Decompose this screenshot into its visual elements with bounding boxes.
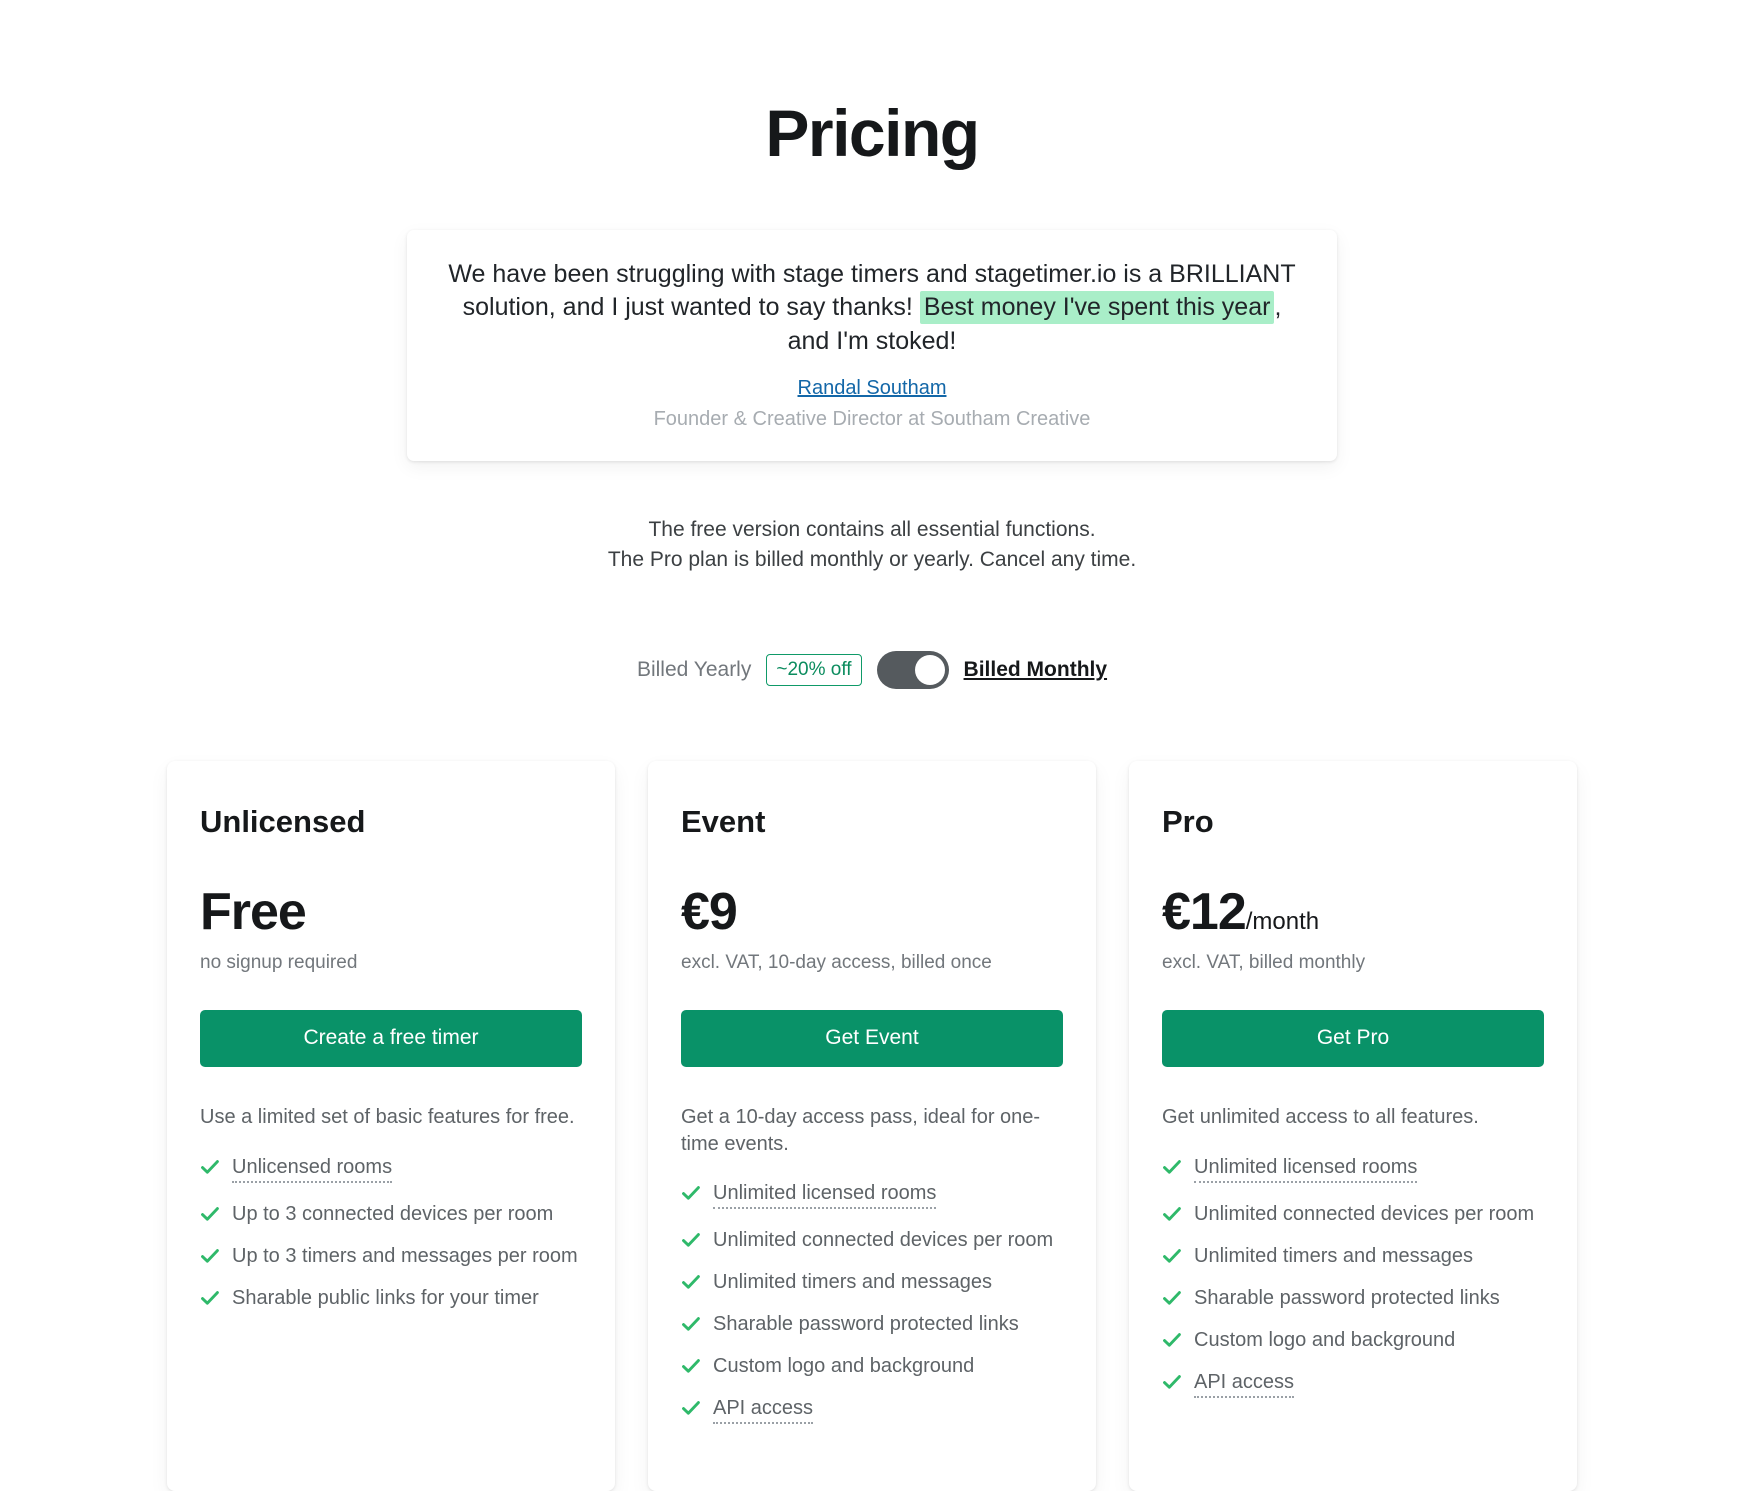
feature-label: Sharable password protected links [713,1313,1019,1336]
check-icon [1162,1156,1182,1178]
feature-label: Custom logo and background [1194,1328,1456,1351]
pricing-cards: Unlicensed Free no signup required Creat… [0,761,1744,1491]
feature-item: Unlimited connected devices per room [681,1229,1063,1251]
pricing-card-event: Event €9 excl. VAT, 10-day access, bille… [648,761,1096,1491]
plan-feature-list: Unlimited licensed rooms Unlimited connec… [681,1182,1063,1425]
plan-price-line: €9 [681,886,1063,938]
check-icon [681,1271,701,1293]
plan-price-period: /month [1245,908,1320,936]
feature-item: Up to 3 connected devices per room [200,1203,582,1225]
feature-item: Custom logo and background [1162,1329,1544,1351]
plan-description: Use a limited set of basic features for … [200,1106,575,1129]
billing-monthly-label[interactable]: Billed Monthly [964,658,1108,682]
testimonial-section: We have been struggling with stage timer… [0,229,1744,462]
discount-badge: ~20% off [766,654,862,687]
feature-label: Up to 3 timers and messages per room [232,1244,578,1267]
intro-line-1: The free version contains all essential … [648,518,1096,542]
feature-item: Sharable password protected links [681,1313,1063,1335]
plan-feature-list: Unlimited licensed rooms Unlimited connec… [1162,1156,1544,1398]
feature-item: Unlimited timers and messages [681,1271,1063,1293]
testimonial-quote: We have been struggling with stage timer… [447,258,1297,359]
plan-price-line: €12 /month [1162,886,1544,938]
testimonial-card: We have been struggling with stage timer… [407,229,1337,462]
plan-cta-button[interactable]: Get Pro [1162,1010,1544,1068]
plan-name: Event [681,804,766,840]
plan-name: Unlicensed [200,804,366,840]
feature-label: Unlimited timers and messages [713,1271,992,1294]
feature-item: API access [681,1397,1063,1425]
check-icon [1162,1329,1182,1351]
plan-price: €12 [1162,883,1247,942]
check-icon [681,1313,701,1335]
feature-label: Unlimited timers and messages [1194,1244,1473,1267]
plan-description: Get a 10-day access pass, ideal for one-… [681,1106,1041,1155]
testimonial-author-row: Randal Southam [447,358,1297,400]
feature-label: Unlimited connected devices per room [713,1229,1054,1252]
plan-price: Free [200,883,307,942]
check-icon [681,1229,701,1251]
check-icon [681,1182,701,1204]
feature-label: Custom logo and background [713,1355,975,1378]
plan-cta-button[interactable]: Create a free timer [200,1010,582,1068]
page-title: Pricing [765,96,980,170]
feature-item: Sharable password protected links [1162,1287,1544,1309]
plan-cta-button[interactable]: Get Event [681,1010,1063,1068]
toggle-knob [914,655,945,686]
feature-item: Up to 3 timers and messages per room [200,1245,582,1267]
check-icon [1162,1203,1182,1225]
check-icon [1162,1371,1182,1393]
pricing-card-unlicensed: Unlicensed Free no signup required Creat… [167,761,615,1491]
intro-line-2: The Pro plan is billed monthly or yearly… [607,548,1137,572]
feature-label[interactable]: API access [713,1397,814,1425]
feature-label[interactable]: API access [1194,1371,1295,1398]
feature-item: Unlimited connected devices per room [1162,1203,1544,1225]
quote-highlight: Best money I've spent this year [919,291,1275,325]
plan-price-note: excl. VAT, 10-day access, billed once [681,952,992,974]
plan-feature-list: Unlicensed rooms Up to 3 connected device… [200,1156,582,1309]
check-icon [1162,1245,1182,1267]
check-icon [681,1397,701,1419]
plan-name: Pro [1162,804,1214,840]
plan-price-line: Free [200,886,582,938]
plan-price-note: no signup required [200,952,358,974]
testimonial-role: Founder & Creative Director at Southam C… [653,408,1091,431]
feature-item: Custom logo and background [681,1355,1063,1377]
feature-item: Unlimited timers and messages [1162,1245,1544,1267]
plan-price-note: excl. VAT, billed monthly [1162,952,1366,974]
pricing-card-pro: Pro €12 /month excl. VAT, billed monthly… [1129,761,1577,1491]
feature-item: API access [1162,1371,1544,1398]
feature-label: Up to 3 connected devices per room [232,1202,554,1225]
billing-yearly-label[interactable]: Billed Yearly [637,658,751,682]
feature-label[interactable]: Unlicensed rooms [232,1156,393,1183]
feature-item: Sharable public links for your timer [200,1287,582,1309]
plan-description: Get unlimited access to all features. [1162,1106,1479,1129]
check-icon [1162,1287,1182,1309]
intro-text: The free version contains all essential … [0,515,1744,575]
pricing-page: Pricing We have been struggling with sta… [0,0,1744,1491]
billing-period-toggle[interactable] [876,651,949,690]
feature-label: Unlimited connected devices per room [1194,1202,1535,1225]
feature-item: Unlicensed rooms [200,1156,582,1183]
feature-item: Unlimited licensed rooms [1162,1156,1544,1183]
check-icon [681,1355,701,1377]
feature-label: Sharable password protected links [1194,1286,1500,1309]
testimonial-author-link[interactable]: Randal Southam [798,377,947,400]
check-icon [200,1203,220,1225]
check-icon [200,1156,220,1178]
feature-item: Unlimited licensed rooms [681,1182,1063,1210]
billing-toggle-row: Billed Yearly ~20% off Billed Monthly [0,651,1744,690]
check-icon [200,1287,220,1309]
plan-price: €9 [681,883,738,942]
feature-label[interactable]: Unlimited licensed rooms [1194,1156,1418,1183]
feature-label: Sharable public links for your timer [232,1286,539,1309]
check-icon [200,1245,220,1267]
feature-label[interactable]: Unlimited licensed rooms [713,1182,937,1210]
